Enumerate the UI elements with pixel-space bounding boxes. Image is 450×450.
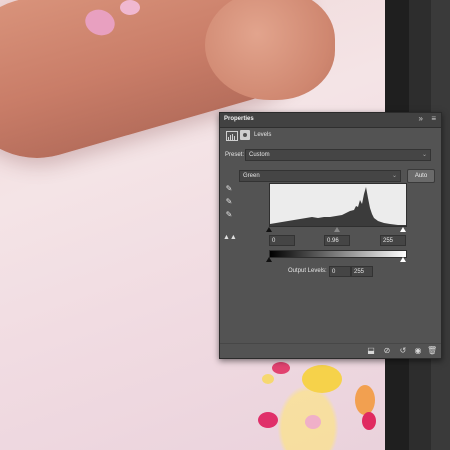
chevron-down-icon: ⌄: [421, 152, 427, 158]
output-white-handle[interactable]: [400, 257, 406, 262]
levels-histogram: [269, 183, 407, 227]
panel-titlebar[interactable]: Properties » ≡: [220, 113, 441, 128]
output-black-handle[interactable]: [266, 257, 272, 262]
clip-to-layer-icon[interactable]: ⬓: [366, 346, 376, 356]
output-white-field[interactable]: 255: [351, 266, 373, 277]
panel-title[interactable]: Properties: [224, 116, 254, 122]
preset-label: Preset:: [225, 152, 245, 158]
channel-dropdown[interactable]: Green ⌄: [239, 170, 401, 182]
petal: [305, 415, 321, 429]
black-eyedropper-icon[interactable]: ✎: [223, 183, 235, 195]
input-gamma-value: 0.96: [327, 237, 339, 244]
petal: [302, 365, 342, 393]
petal: [362, 412, 376, 430]
preset-value: Custom: [249, 152, 270, 158]
properties-panel: Properties » ≡ Levels Preset: Custom ⌄ G…: [219, 112, 442, 359]
input-slider[interactable]: [266, 227, 406, 232]
auto-button[interactable]: Auto: [407, 169, 435, 183]
white-eyedropper-icon[interactable]: ✎: [223, 209, 235, 221]
hand-image: [205, 0, 335, 100]
input-black-value: 0: [272, 237, 276, 244]
output-black-field[interactable]: 0: [329, 266, 351, 277]
view-previous-icon[interactable]: ⊘: [382, 346, 392, 356]
petal: [258, 412, 278, 428]
preset-dropdown[interactable]: Custom ⌄: [245, 149, 431, 161]
petal: [120, 0, 140, 15]
gamma-handle[interactable]: [334, 227, 340, 232]
visibility-eye-icon[interactable]: ◉: [413, 346, 423, 356]
gray-eyedropper-icon[interactable]: ✎: [223, 196, 235, 208]
adjustment-label: Levels: [254, 132, 272, 138]
chevron-down-icon: ⌄: [391, 173, 397, 179]
output-white-value: 255: [354, 268, 365, 275]
output-levels-label: Output Levels:: [288, 268, 327, 274]
white-point-handle[interactable]: [400, 227, 406, 232]
input-gamma-field[interactable]: 0.96: [324, 235, 350, 246]
histogram-shape: [270, 187, 406, 226]
panel-bottom-toolbar: ⬓ ⊘ ↺ ◉ 🗑: [220, 343, 441, 358]
histogram-graph: [270, 187, 406, 226]
input-white-value: 255: [383, 237, 394, 244]
double-chevron-right-icon[interactable]: »: [419, 114, 423, 123]
output-black-value: 0: [332, 268, 336, 275]
reset-icon[interactable]: ↺: [398, 346, 408, 356]
input-black-field[interactable]: 0: [269, 235, 295, 246]
input-white-field[interactable]: 255: [380, 235, 406, 246]
channel-value: Green: [243, 173, 260, 179]
levels-histogram-icon[interactable]: [226, 131, 238, 141]
petal: [262, 374, 274, 384]
adjustment-header: Levels: [220, 128, 441, 142]
layer-mask-icon[interactable]: [240, 130, 250, 140]
clipping-warning-icon[interactable]: ▲▲: [223, 234, 237, 241]
black-point-handle[interactable]: [266, 227, 272, 232]
petal: [355, 385, 375, 415]
trash-icon[interactable]: 🗑: [427, 346, 437, 356]
petal: [272, 362, 290, 374]
hamburger-menu-icon[interactable]: ≡: [431, 114, 436, 123]
output-slider[interactable]: [266, 257, 406, 262]
